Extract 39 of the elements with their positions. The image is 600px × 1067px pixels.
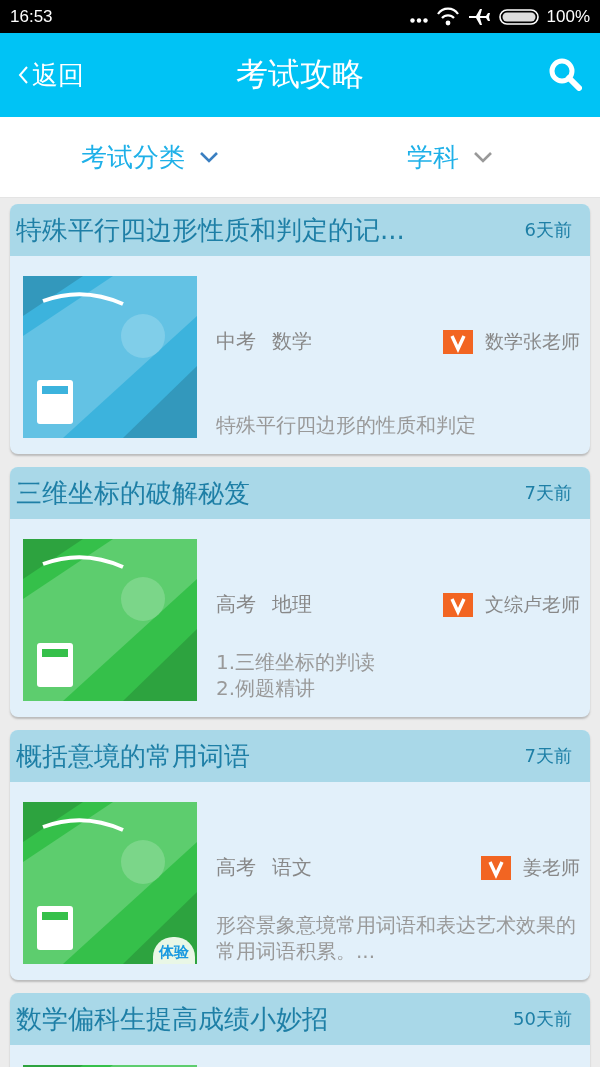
back-button[interactable]: 返回 <box>18 57 84 93</box>
article-title: 三维坐标的破解秘笈 <box>16 476 250 510</box>
wifi-icon <box>435 7 460 26</box>
subject-label: 数学 <box>272 328 312 355</box>
article-time: 50天前 <box>513 1007 572 1031</box>
battery-icon <box>498 8 539 25</box>
article-time: 6天前 <box>524 218 572 242</box>
search-icon <box>548 56 582 91</box>
article-summary: 特殊平行四边形的性质和判定 <box>216 412 477 438</box>
article-time: 7天前 <box>524 744 572 768</box>
article-summary: 1.三维坐标的判读 2.例题精讲 <box>216 649 377 701</box>
article-summary: 形容景象意境常用词语和表达艺术效果的常用词语积累。... <box>216 912 577 964</box>
teacher-name: 姜老师 <box>523 854 580 880</box>
article-card[interactable]: 数学偏科生提高成绩小妙招 50天前 <box>10 993 590 1067</box>
article-title: 特殊平行四边形性质和判定的记... <box>16 213 405 247</box>
airplane-icon <box>467 6 491 27</box>
verified-icon <box>481 855 511 880</box>
filter-dropdown[interactable]: 学科 <box>300 117 600 197</box>
subject-label: 地理 <box>272 591 312 618</box>
article-card[interactable]: 三维坐标的破解秘笈 7天前 高考 地理 文综卢老师 1.三维坐标的判读 2.例题精讲 <box>10 467 590 717</box>
more-icon <box>409 18 428 23</box>
exam-label: 高考 <box>216 854 256 881</box>
exam-label: 中考 <box>216 328 256 355</box>
article-card[interactable]: 概括意境的常用词语 7天前 体验 高考 语文 姜老师 形容景象意境常用词语和表达艺术效果的常用词语积累。... <box>10 730 590 980</box>
exam-label: 高考 <box>216 591 256 618</box>
article-title: 概括意境的常用词语 <box>16 739 250 773</box>
verified-icon <box>443 592 473 617</box>
page-title: 考试攻略 <box>236 54 364 95</box>
battery-percent: 100% <box>546 6 590 27</box>
teacher-name: 文综卢老师 <box>485 591 580 617</box>
teacher-name: 数学张老师 <box>485 328 580 354</box>
filter-dropdown[interactable]: 考试分类 <box>0 117 300 197</box>
article-time: 7天前 <box>524 481 572 505</box>
chevron-left-icon <box>18 65 29 85</box>
verified-icon <box>443 329 473 354</box>
article-card[interactable]: 特殊平行四边形性质和判定的记... 6天前 中考 数学 数学张老师 特殊平行四边形的性质和判定 <box>10 204 590 454</box>
article-title: 数学偏科生提高成绩小妙招 <box>16 1002 328 1036</box>
subject-label: 语文 <box>272 854 312 881</box>
status-time: 16:53 <box>10 6 53 27</box>
